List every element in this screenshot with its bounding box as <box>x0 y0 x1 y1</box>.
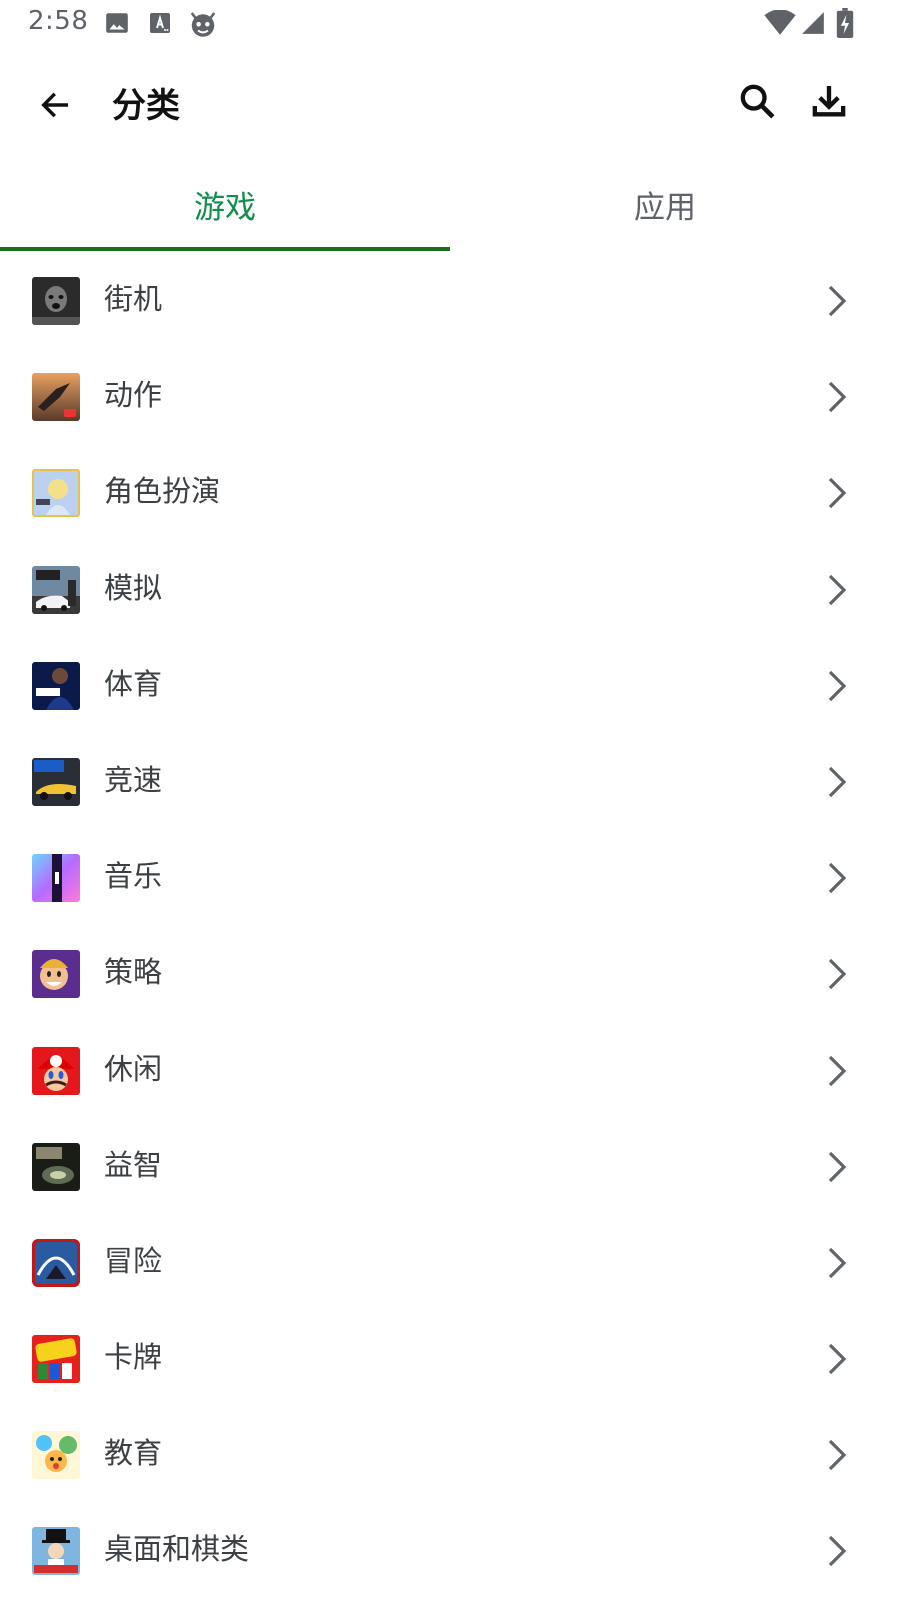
list-item-label: 动作 <box>104 378 163 413</box>
list-item-racing[interactable]: 竞速 <box>0 734 900 830</box>
list-item-label: 休闲 <box>104 1051 163 1086</box>
list-item-arcade[interactable]: 街机 <box>0 253 900 349</box>
list-item-label: 模拟 <box>104 570 163 605</box>
arrow-left-icon <box>41 92 69 118</box>
rpg-game-thumbnail <box>32 469 80 518</box>
category-list: 街机 动作 角色扮演 模拟 体育 竞速 音乐 策略 休闲 益智 冒险 卡牌 教育… <box>0 253 900 1600</box>
chevron-right-icon <box>828 1247 847 1279</box>
chevron-right-icon <box>828 1343 847 1375</box>
board-game-thumbnail <box>32 1527 80 1576</box>
category-tabs: 游戏 应用 <box>0 160 900 252</box>
action-game-thumbnail <box>32 373 80 422</box>
list-item-label: 卡牌 <box>104 1340 163 1375</box>
list-item-education[interactable]: 教育 <box>0 1407 900 1503</box>
list-item-label: 街机 <box>104 282 163 316</box>
list-item-label: 桌面和棋类 <box>104 1532 250 1567</box>
strategy-game-thumbnail <box>32 950 80 999</box>
list-item-sports[interactable]: 体育 <box>0 638 900 734</box>
education-game-thumbnail <box>32 1431 80 1480</box>
list-item-card[interactable]: 卡牌 <box>0 1311 900 1407</box>
download-button[interactable] <box>804 76 854 126</box>
search-icon <box>740 84 775 119</box>
chevron-right-icon <box>828 382 847 413</box>
image-icon <box>104 10 130 36</box>
page-title: 分类 <box>112 86 180 126</box>
status-bar: 2:58 <box>0 0 900 48</box>
list-item-label: 体育 <box>104 666 163 701</box>
list-item-label: 策略 <box>104 955 163 990</box>
chevron-right-icon <box>828 766 847 798</box>
sports-game-thumbnail <box>32 661 80 710</box>
card-game-thumbnail <box>32 1335 80 1384</box>
list-item-label: 音乐 <box>104 859 163 894</box>
arcade-game-thumbnail <box>32 277 80 325</box>
chevron-right-icon <box>828 1536 847 1567</box>
chevron-right-icon <box>828 1151 847 1182</box>
list-item-adventure[interactable]: 冒险 <box>0 1215 900 1311</box>
list-item-label: 冒险 <box>104 1243 163 1278</box>
wifi-icon <box>764 9 796 36</box>
signal-icon <box>800 10 826 36</box>
casual-game-thumbnail <box>32 1046 80 1095</box>
chevron-right-icon <box>828 478 847 509</box>
list-item-label: 益智 <box>104 1147 163 1182</box>
chevron-right-icon <box>828 574 847 605</box>
tab-apps[interactable]: 应用 <box>440 160 890 248</box>
search-button[interactable] <box>732 76 782 126</box>
chevron-right-icon <box>828 285 847 317</box>
download-icon <box>812 86 846 117</box>
list-item-label: 竞速 <box>104 762 163 797</box>
list-item-rpg[interactable]: 角色扮演 <box>0 445 900 541</box>
tab-games[interactable]: 游戏 <box>0 160 450 248</box>
music-game-thumbnail <box>32 854 80 903</box>
list-item-label: 教育 <box>104 1436 163 1471</box>
tab-indicator <box>0 247 450 251</box>
list-item-puzzle[interactable]: 益智 <box>0 1119 900 1215</box>
adventure-game-thumbnail <box>32 1238 80 1287</box>
chevron-right-icon <box>828 959 847 990</box>
chevron-right-icon <box>828 670 847 701</box>
list-item-casual[interactable]: 休闲 <box>0 1023 900 1119</box>
back-button[interactable] <box>30 80 80 130</box>
app-bar: 分类 <box>0 56 900 148</box>
battery-charging-icon <box>836 8 854 39</box>
android-head-icon <box>188 8 218 38</box>
list-item-strategy[interactable]: 策略 <box>0 926 900 1022</box>
puzzle-game-thumbnail <box>32 1142 80 1191</box>
chevron-right-icon <box>828 1055 847 1086</box>
list-item-music[interactable]: 音乐 <box>0 830 900 926</box>
chevron-right-icon <box>828 862 847 894</box>
simulation-game-thumbnail <box>32 565 80 614</box>
list-item-simulation[interactable]: 模拟 <box>0 542 900 638</box>
status-time: 2:58 <box>28 6 89 36</box>
font-download-icon <box>148 10 174 36</box>
list-item-board[interactable]: 桌面和棋类 <box>0 1503 900 1599</box>
chevron-right-icon <box>828 1440 847 1471</box>
list-item-action[interactable]: 动作 <box>0 349 900 445</box>
list-item-label: 角色扮演 <box>104 474 221 509</box>
racing-game-thumbnail <box>32 757 80 806</box>
